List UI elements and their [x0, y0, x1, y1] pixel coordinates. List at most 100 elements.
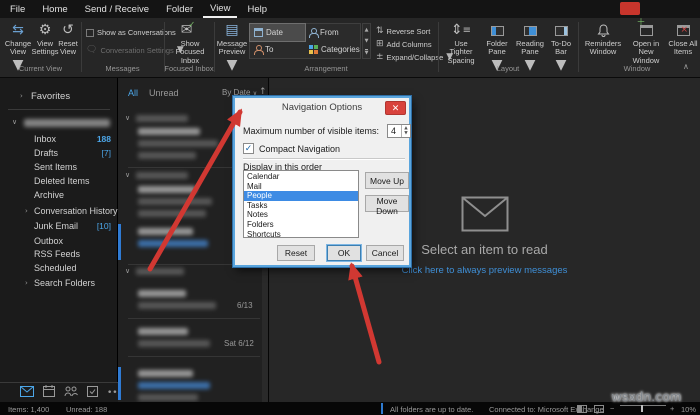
mail-module-icon[interactable] — [20, 384, 34, 402]
sidebar-item-sent-items[interactable]: Sent Items — [0, 162, 118, 174]
sidebar-item-drafts[interactable]: Drafts [7] — [0, 148, 118, 160]
spinner-down-icon[interactable]: ▼ — [404, 131, 407, 136]
sidebar-item-search-folders[interactable]: › Search Folders — [0, 278, 118, 290]
sidebar-item-rss-feeds[interactable]: RSS Feeds — [0, 249, 118, 261]
zoom-slider-track[interactable] — [620, 405, 666, 406]
group-label-arrangement: Arrangement — [304, 64, 348, 73]
folder-label: Conversation History — [34, 206, 118, 216]
zoom-out-button[interactable]: − — [610, 404, 614, 413]
filter-unread-tab[interactable]: Unread — [149, 88, 179, 98]
group-label-messages: Messages — [105, 64, 140, 73]
calendar-module-icon[interactable] — [43, 384, 55, 402]
sidebar-item-archive[interactable]: Archive — [0, 190, 118, 202]
folder-label: Sent Items — [34, 162, 78, 172]
group-label-window: Window — [623, 64, 651, 73]
use-tighter-spacing-label: Use Tighter Spacing — [447, 39, 475, 65]
reverse-sort-button[interactable]: ⇅ Reverse Sort — [376, 26, 430, 36]
max-items-spinner[interactable]: 4 ▲ ▼ — [387, 124, 411, 138]
redacted-preview — [138, 210, 206, 217]
menu-tab-view[interactable]: View — [203, 0, 238, 18]
change-view-label: Change View — [4, 39, 32, 57]
show-focused-inbox-button[interactable]: ✉ ✓ Show Focused Inbox — [172, 20, 208, 65]
list-item-notes[interactable]: Notes — [244, 210, 358, 220]
list-item-people-selected[interactable]: People — [244, 191, 358, 201]
move-up-button[interactable]: Move Up — [365, 172, 409, 189]
reading-view-icon[interactable] — [594, 405, 604, 413]
status-bar: Items: 1,400 Unread: 188 All folders are… — [0, 402, 700, 415]
menu-tab-help[interactable]: Help — [240, 1, 274, 17]
menu-tab-send-receive[interactable]: Send / Receive — [78, 1, 156, 17]
navigation-module-strip: ••• — [0, 382, 123, 402]
menu-bar: File Home Send / Receive Folder View Hel… — [0, 0, 700, 18]
arrange-by-categories[interactable]: Categories — [305, 41, 360, 58]
reset-button[interactable]: Reset — [277, 245, 315, 261]
filter-all-tab[interactable]: All — [128, 88, 138, 98]
add-columns-button[interactable]: ⊞ Add Columns — [376, 39, 432, 49]
scroll-up-icon[interactable]: ▲ — [365, 27, 369, 33]
display-order-listbox[interactable]: Calendar Mail People Tasks Notes Folders… — [243, 170, 359, 240]
arrange-by-date[interactable]: Date — [249, 23, 306, 42]
conversation-settings-button[interactable]: 🗨 Conversation Settings ▼ — [86, 45, 184, 55]
sidebar-item-scheduled[interactable]: Scheduled — [0, 263, 118, 275]
reset-view-button[interactable]: ↺ Reset View — [56, 21, 80, 57]
focused-inbox-icon: ✉ ✓ — [180, 20, 196, 38]
collapse-ribbon-icon[interactable]: ∧ — [683, 62, 689, 71]
favorites-header[interactable]: › Favorites — [0, 91, 118, 103]
folder-label: Deleted Items — [34, 176, 90, 186]
list-item-calendar[interactable]: Calendar — [244, 172, 358, 182]
gallery-more-icon[interactable]: ▼ — [364, 48, 369, 56]
selected-row-indicator — [118, 224, 121, 260]
menu-tab-folder[interactable]: Folder — [159, 1, 200, 17]
columns-icon: ⊞ — [376, 39, 384, 49]
move-down-button[interactable]: Move Down — [365, 195, 409, 216]
folder-pane-label: Folder Pane — [486, 39, 508, 57]
menu-tab-home[interactable]: Home — [35, 1, 74, 17]
sidebar-item-inbox[interactable]: Inbox 188 — [0, 134, 118, 146]
conversation-settings-label: Conversation Settings — [100, 45, 174, 55]
redacted-subject — [138, 302, 216, 309]
folder-label: Search Folders — [34, 278, 96, 288]
people-module-icon[interactable] — [64, 384, 78, 402]
sidebar-item-outbox[interactable]: Outbox — [0, 236, 118, 248]
list-item-tasks[interactable]: Tasks — [244, 201, 358, 211]
list-item-folders[interactable]: Folders — [244, 220, 358, 230]
sidebar-item-conversation-history[interactable]: › Conversation History — [0, 206, 118, 218]
arrange-by-to[interactable]: To — [250, 41, 305, 58]
folder-label: RSS Feeds — [34, 249, 81, 259]
open-in-new-window-button[interactable]: ＋ Open in New Window — [626, 19, 666, 65]
cancel-button[interactable]: Cancel — [366, 245, 404, 261]
arrange-by-from[interactable]: From — [305, 24, 360, 41]
zoom-slider-knob[interactable] — [641, 405, 643, 412]
show-as-conversations-checkbox[interactable]: Show as Conversations — [86, 28, 176, 37]
checkbox-icon — [86, 28, 94, 37]
reading-pane-icon — [523, 21, 537, 40]
redacted-sender — [138, 290, 186, 297]
list-item-shortcuts[interactable]: Shortcuts — [244, 230, 358, 240]
account-header[interactable]: ∨ — [0, 117, 118, 129]
ok-button[interactable]: OK — [327, 245, 361, 261]
compact-navigation-checkbox[interactable]: ✓ — [243, 143, 254, 154]
arrange-from-label: From — [320, 28, 339, 37]
group-label-focused-inbox: Focused Inbox — [164, 64, 214, 73]
menu-tab-file[interactable]: File — [3, 1, 32, 17]
list-item-mail[interactable]: Mail — [244, 182, 358, 192]
conversation-icon: 🗨 — [86, 45, 98, 55]
redacted-group-header — [136, 115, 188, 122]
use-tighter-spacing-button[interactable]: ⇕ ≡ Use Tighter Spacing — [442, 21, 480, 65]
normal-view-icon[interactable] — [577, 405, 587, 413]
gallery-scroll-buttons[interactable]: ▲ ▼ ▼ — [362, 23, 371, 59]
always-preview-link[interactable]: Click here to always preview messages — [402, 265, 568, 276]
tasks-module-icon[interactable] — [87, 384, 98, 402]
zoom-level[interactable]: 10% — [681, 405, 696, 414]
sidebar-item-deleted-items[interactable]: Deleted Items — [0, 176, 118, 188]
unread-count: 188 — [96, 134, 111, 144]
message-date: 6/13 — [237, 301, 253, 310]
todo-bar-label: To-Do Bar — [550, 39, 571, 57]
group-label-current-view: Current View — [18, 64, 63, 73]
close-all-items-button[interactable]: × Close All Items — [668, 21, 698, 57]
scroll-down-icon[interactable]: ▼ — [365, 38, 369, 44]
zoom-in-button[interactable]: + — [670, 404, 674, 413]
reminders-window-button[interactable]: Reminders Window — [584, 21, 622, 57]
close-icon[interactable]: ✕ — [385, 101, 406, 115]
sidebar-item-junk-email[interactable]: Junk Email [10] — [0, 221, 118, 233]
